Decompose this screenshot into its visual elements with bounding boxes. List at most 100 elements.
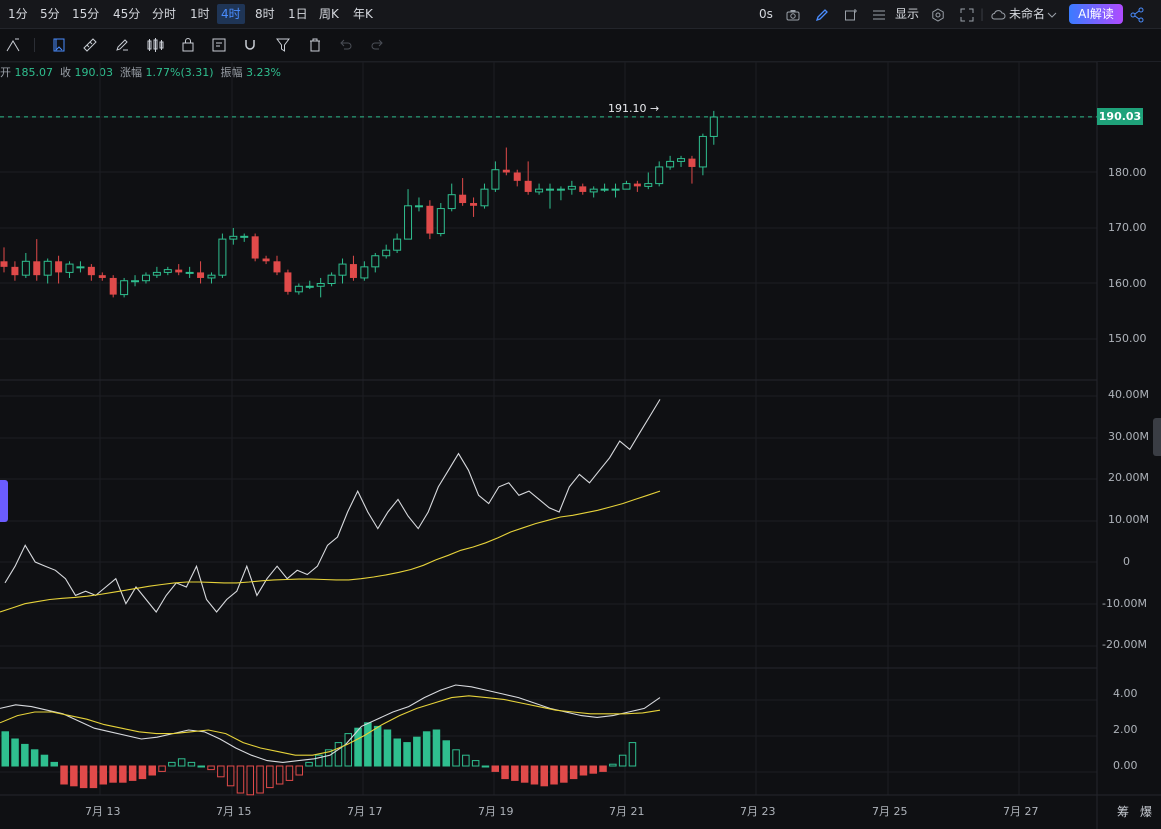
- burst-button[interactable]: 爆: [1140, 803, 1152, 820]
- camera-icon[interactable]: [786, 0, 800, 28]
- note-icon[interactable]: [209, 35, 229, 55]
- candle-body: [305, 285, 314, 288]
- display-menu[interactable]: 显示: [895, 0, 919, 28]
- candlestick-icon[interactable]: [145, 35, 165, 55]
- indicator-panel-tab[interactable]: [0, 480, 8, 522]
- timeframe-tab[interactable]: 分时: [148, 4, 180, 24]
- macd-histogram-bar: [109, 765, 117, 783]
- candle-body: [163, 269, 172, 273]
- chevron-down-icon[interactable]: [1047, 0, 1057, 28]
- ruler-icon[interactable]: [80, 35, 100, 55]
- open-label: 开: [0, 66, 11, 79]
- macd-histogram-bar: [128, 765, 137, 781]
- settings-gear-icon[interactable]: [931, 0, 945, 28]
- lock-icon[interactable]: [178, 35, 198, 55]
- macd-histogram-bar: [70, 765, 78, 787]
- ai-interpret-button[interactable]: AI解读: [1069, 4, 1123, 24]
- macd-histogram-bar: [481, 765, 490, 768]
- macd-histogram-bar: [403, 742, 411, 767]
- date-axis-tick: 7月 17: [347, 805, 383, 818]
- candle-body: [459, 194, 467, 204]
- magnet-icon[interactable]: [240, 35, 260, 55]
- candle-body: [567, 185, 576, 190]
- macd-histogram-bar: [344, 733, 352, 767]
- chip-distribution-button[interactable]: 筹: [1117, 803, 1129, 820]
- candle-body: [76, 266, 85, 269]
- date-axis-tick: 7月 21: [609, 805, 645, 818]
- undo-icon[interactable]: [336, 35, 356, 55]
- price-axis-tick: 180.00: [1108, 166, 1147, 179]
- candle-body: [688, 158, 696, 167]
- candle-body: [600, 188, 609, 191]
- macd-histogram-bar: [50, 761, 58, 767]
- timeframe-tab[interactable]: 5分: [36, 4, 64, 24]
- current-price-tag: 190.03: [1097, 108, 1143, 125]
- macd-histogram-bar: [471, 760, 480, 767]
- price-axis-tick: 170.00: [1108, 221, 1147, 234]
- bookmark-icon[interactable]: [49, 35, 69, 55]
- countdown-label: 0s: [759, 7, 773, 21]
- macd-histogram-bar: [148, 765, 156, 776]
- macd-histogram-bar: [618, 754, 627, 767]
- timeframe-tab[interactable]: 1日: [284, 4, 312, 24]
- filter-icon[interactable]: [273, 35, 293, 55]
- change-label: 涨幅: [120, 66, 142, 79]
- candle-body: [152, 271, 161, 276]
- macd-histogram-bar: [501, 765, 509, 780]
- timeframe-tab[interactable]: 4时: [217, 4, 245, 24]
- candle-body: [436, 208, 445, 235]
- timeframe-tab[interactable]: 周K: [315, 4, 343, 24]
- candle-body: [55, 261, 63, 273]
- menu-icon[interactable]: [872, 0, 886, 28]
- macd-axis-tick: 2.00: [1113, 723, 1138, 736]
- candle-body: [109, 277, 117, 295]
- candle-body: [491, 169, 500, 190]
- macd-histogram-bar: [589, 765, 597, 774]
- candle-body: [0, 261, 8, 267]
- macd-histogram-bar: [217, 765, 225, 778]
- macd-histogram-bar: [197, 765, 205, 768]
- timeframe-tab[interactable]: 1时: [186, 4, 214, 24]
- add-window-icon[interactable]: [844, 0, 858, 28]
- candle-body: [470, 203, 478, 206]
- macd-histogram-bar: [628, 742, 637, 767]
- price-axis-tick: 150.00: [1108, 332, 1147, 345]
- candle-body: [709, 116, 718, 137]
- drawing-tool-icon[interactable]: [3, 35, 23, 55]
- volume-axis-tick: 30.00M: [1108, 430, 1149, 443]
- draw-pen-icon[interactable]: [815, 0, 829, 28]
- trash-icon[interactable]: [305, 35, 325, 55]
- macd-histogram-bar: [21, 743, 29, 767]
- candle-body: [251, 236, 259, 259]
- macd-histogram-bar: [177, 758, 186, 767]
- redo-icon[interactable]: [367, 35, 387, 55]
- candle-body: [197, 272, 205, 278]
- share-icon[interactable]: [1129, 0, 1145, 28]
- date-axis-tick: 7月 27: [1003, 805, 1039, 818]
- macd-histogram-bar: [226, 765, 235, 787]
- volume-axis-tick: -10.00M: [1102, 597, 1147, 610]
- candle-body: [338, 263, 347, 276]
- timeframe-tab[interactable]: 8时: [251, 4, 279, 24]
- candle-body: [622, 183, 631, 190]
- volume-axis-tick: 20.00M: [1108, 471, 1149, 484]
- timeframe-tab[interactable]: 45分: [109, 4, 144, 24]
- timeframe-tab[interactable]: 15分: [68, 4, 103, 24]
- right-panel-handle[interactable]: [1153, 418, 1161, 456]
- brush-icon[interactable]: [112, 35, 132, 55]
- timeframe-tab[interactable]: 年K: [349, 4, 377, 24]
- macd-histogram-bar: [422, 731, 431, 767]
- timeframe-tab[interactable]: 1分: [4, 4, 32, 24]
- candle-body: [141, 274, 150, 282]
- fullscreen-icon[interactable]: [960, 0, 974, 28]
- timeframe-bar: 1分 5分 15分 45分 分时 1时 4时 8时 1日 周K 年K 0s 显示 | 未命名 AI解…: [0, 0, 1161, 29]
- macd-histogram-bar: [609, 763, 617, 767]
- macd-histogram-bar: [520, 765, 529, 783]
- macd-histogram-bar: [569, 765, 578, 780]
- price-chart[interactable]: [0, 0, 1161, 829]
- candle-body: [579, 186, 587, 192]
- candle-body: [349, 264, 357, 278]
- macd-histogram-bar: [442, 740, 450, 767]
- layout-name-dropdown[interactable]: 未命名: [1009, 0, 1045, 28]
- volume-axis-tick: 0: [1123, 555, 1130, 568]
